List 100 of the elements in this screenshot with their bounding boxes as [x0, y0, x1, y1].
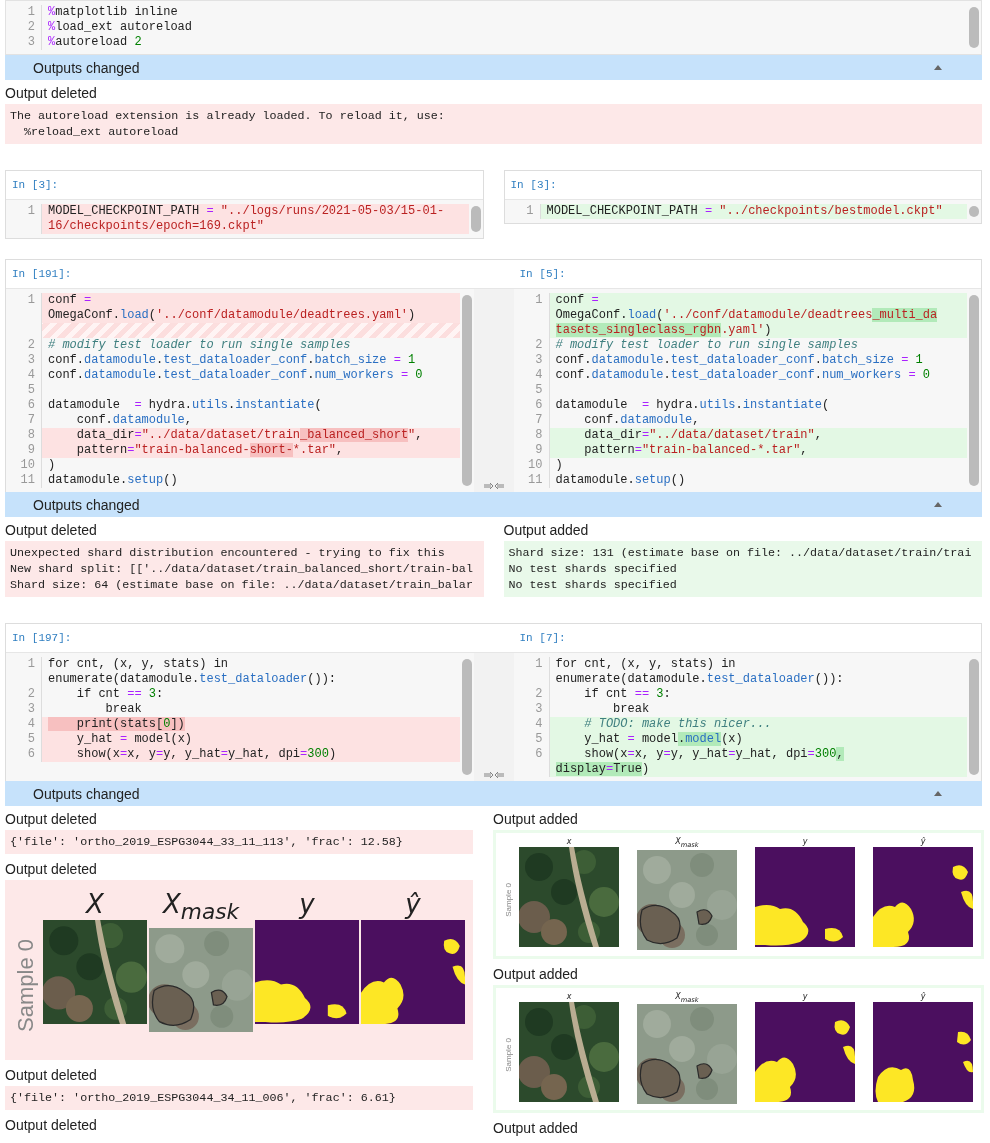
code-line: %matplotlib inline — [47, 5, 179, 20]
output-label: Output deleted — [5, 860, 98, 878]
outputs-bar[interactable]: Outputs changed — [5, 492, 982, 517]
line-number: 1 — [6, 657, 42, 672]
line-number: 1 — [6, 5, 42, 20]
caret-icon[interactable] — [934, 790, 942, 797]
scrollbar-thumb[interactable] — [969, 295, 979, 486]
code-line: conf.datamodule.test_dataloader_conf.batch_size = 1 — [47, 353, 417, 368]
plot-title: y — [299, 888, 315, 920]
plot-title: ŷ — [920, 991, 926, 1002]
caret-icon[interactable] — [934, 64, 942, 71]
code-line: conf.datamodule.test_dataloader_conf.batch_size = 1 — [554, 353, 924, 368]
line-number: 1 — [513, 657, 550, 672]
line-number: 2 — [513, 687, 550, 702]
code-line: conf.datamodule, — [583, 413, 701, 428]
code-line: enumerate(datamodule.test_dataloader()): — [47, 672, 338, 687]
merge-arrows-icon[interactable] — [482, 771, 505, 779]
line-number: 3 — [6, 353, 42, 368]
code-line: # modify test loader to run single samples — [554, 338, 859, 353]
plot-title: X — [86, 888, 104, 920]
line-number: 4 — [6, 368, 42, 383]
output-label: Output added — [493, 964, 579, 983]
axis-label: Sample 0 — [504, 883, 513, 918]
code-line: datamodule = hydra.utils.instantiate( — [554, 398, 831, 413]
output-text: Shard size: 131 (estimate base on file: ../data/dataset/train/trai No test shards specified No test shards specified — [503, 541, 982, 597]
output-label: Output deleted — [5, 521, 98, 539]
caret-icon[interactable] — [934, 501, 942, 508]
line-number: 6 — [513, 747, 550, 762]
merge-arrows-icon[interactable] — [482, 482, 505, 490]
code-line: ) — [47, 458, 57, 473]
line-number: 3 — [513, 353, 550, 368]
output-label: Output deleted — [5, 1066, 98, 1085]
scrollbar-thumb[interactable] — [969, 659, 979, 775]
line-number: 7 — [513, 413, 550, 428]
output-text: The autoreload extension is already loaded. To reload it, use: %reload_ext autoreload — [5, 104, 982, 144]
code-line: %autoreload 2 — [47, 35, 143, 50]
plot-title: X$_{mask}$ — [675, 991, 699, 1005]
line-number: 2 — [6, 687, 42, 702]
code-line: break — [104, 702, 143, 717]
code-line: if cnt == 3: — [75, 687, 165, 702]
code-line: datamodule = hydra.utils.instantiate( — [47, 398, 323, 413]
outputs-bar-label: Outputs changed — [33, 496, 140, 513]
line-number: 11 — [6, 473, 42, 488]
plot-title: X$_{mask}$ — [163, 888, 239, 927]
line-number: 2 — [6, 20, 42, 35]
plot-title: ŷ — [920, 837, 926, 847]
line-number: 4 — [513, 717, 550, 732]
scrollbar-thumb[interactable] — [461, 659, 472, 775]
line-number: 9 — [513, 443, 550, 458]
line-number: 5 — [513, 383, 550, 398]
scrollbar-thumb[interactable] — [461, 295, 472, 486]
outputs-bar[interactable]: Outputs changed — [5, 55, 982, 80]
output-label: Output added — [493, 1119, 579, 1138]
axis-label: Sample 0 — [13, 938, 39, 1032]
code-line: # modify test loader to run single samples — [47, 338, 352, 353]
output-label: Output added — [503, 521, 590, 539]
code-line: datamodule.setup() — [47, 473, 179, 488]
output-label: Output deleted — [5, 84, 98, 102]
code-line: conf.datamodule.test_dataloader_conf.num_workers = 0 — [554, 368, 931, 383]
plot-title: ŷ — [405, 888, 421, 920]
code-line: for cnt, (x, y, stats) in — [47, 657, 230, 672]
code-line: datamodule.setup() — [554, 473, 687, 488]
line-number: 5 — [6, 383, 42, 398]
line-number: 8 — [513, 428, 550, 443]
code-line: if cnt == 3: — [583, 687, 672, 702]
line-number: 7 — [6, 413, 42, 428]
plot-title: y — [802, 837, 808, 847]
line-number: 2 — [513, 338, 550, 353]
scrollbar-thumb[interactable] — [969, 206, 979, 217]
code-line: enumerate(datamodule.test_dataloader()): — [554, 672, 845, 687]
code-line: conf.datamodule, — [75, 413, 194, 428]
scrollbar-thumb[interactable] — [470, 206, 481, 232]
line-number: 6 — [513, 398, 550, 413]
line-number: 1 — [504, 204, 541, 219]
output-text: {'file': 'ortho_2019_ESPG3044_34_11_006', 'frac': 6.61} — [5, 1086, 473, 1111]
outputs-bar[interactable]: Outputs changed — [5, 781, 982, 806]
output-text: Unexpected shard distribution encountered - trying to fix this New shard split: [['../data/dataset/train_balanced_short/train-bal Shard size: 64 (estimate base on file: ../data/dataset/train_balar — [5, 541, 484, 597]
line-number: 10 — [6, 458, 42, 473]
line-number: 4 — [513, 368, 550, 383]
line-number: 1 — [513, 293, 550, 308]
line-number: 6 — [6, 398, 42, 413]
axis-label: Sample 0 — [504, 1038, 513, 1072]
line-number: 3 — [513, 702, 550, 717]
plot-title: x — [566, 837, 572, 847]
plot-title: x — [566, 991, 572, 1002]
plot-title: y — [802, 991, 808, 1002]
scrollbar-thumb[interactable] — [969, 7, 979, 48]
line-number: 11 — [513, 473, 550, 488]
code-line: conf.datamodule.test_dataloader_conf.num_workers = 0 — [47, 368, 424, 383]
outputs-bar-label: Outputs changed — [33, 785, 140, 802]
code-line: break — [612, 702, 651, 717]
line-number: 3 — [6, 702, 42, 717]
line-number: 2 — [6, 338, 42, 353]
line-number: 3 — [6, 35, 42, 50]
output-label: Output deleted — [5, 810, 98, 828]
output-text: {'file': 'ortho_2019_ESPG3044_33_11_113', 'frac': 12.58} — [5, 830, 473, 854]
code-line: ) — [554, 458, 564, 473]
code-line: %load_ext autoreload — [47, 20, 194, 35]
plot-title: X$_{mask}$ — [675, 837, 699, 850]
line-number: 10 — [513, 458, 550, 473]
